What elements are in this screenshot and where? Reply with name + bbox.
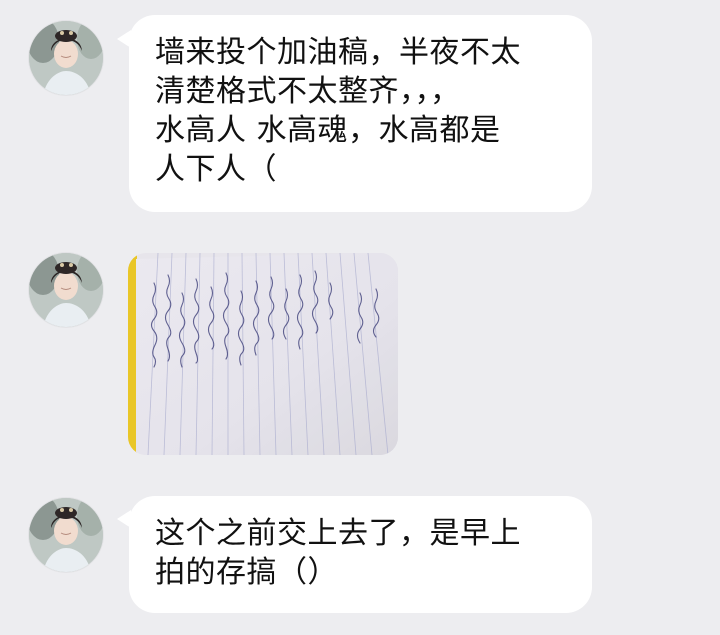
chat-message-list[interactable]: 墙来投个加油稿，半夜不太 清楚格式不太整齐，，， 水高人 水高魂，水高都是 人下… <box>0 0 720 635</box>
avatar-portrait-image <box>29 498 103 572</box>
message-text-line: 这个之前交上去了，是早上 <box>155 516 521 551</box>
notebook-photo <box>128 253 398 455</box>
image-message-notebook-photo[interactable] <box>128 253 398 455</box>
avatar-portrait-image <box>29 21 103 95</box>
message-text-line: 人下人（ <box>155 152 277 187</box>
text-message-bubble[interactable]: 这个之前交上去了，是早上 拍的存搞（） <box>129 496 592 613</box>
sender-avatar[interactable] <box>29 253 103 327</box>
message-row-3: 这个之前交上去了，是早上 拍的存搞（） <box>0 480 720 635</box>
sender-avatar[interactable] <box>29 498 103 572</box>
sender-avatar[interactable] <box>29 21 103 95</box>
message-text-line: 拍的存搞（） <box>155 555 338 590</box>
message-text-line: 清楚格式不太整齐，，， <box>155 74 461 109</box>
message-row-1: 墙来投个加油稿，半夜不太 清楚格式不太整齐，，， 水高人 水高魂，水高都是 人下… <box>0 0 720 220</box>
avatar-portrait-image <box>29 253 103 327</box>
text-message-bubble[interactable]: 墙来投个加油稿，半夜不太 清楚格式不太整齐，，， 水高人 水高魂，水高都是 人下… <box>129 15 592 212</box>
message-text-line: 墙来投个加油稿，半夜不太 <box>155 35 521 70</box>
message-text-line: 水高人 水高魂，水高都是 <box>155 113 501 148</box>
